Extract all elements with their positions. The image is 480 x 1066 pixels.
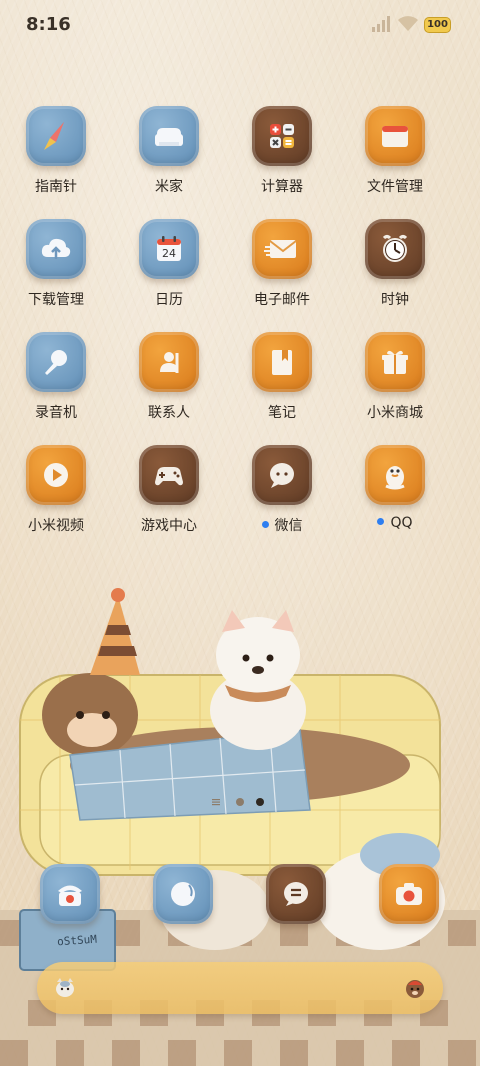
wifi-icon bbox=[398, 16, 418, 31]
page-dot-1[interactable] bbox=[236, 798, 244, 806]
compass-icon[interactable] bbox=[26, 106, 86, 166]
app-label-text: 游戏中心 bbox=[141, 518, 197, 534]
app-calendar[interactable]: 24 日历 bbox=[113, 219, 225, 323]
app-alarm-clock[interactable]: 时钟 bbox=[339, 219, 451, 323]
app-label: 小米商城 bbox=[339, 402, 451, 422]
calculator-icon[interactable] bbox=[252, 106, 312, 166]
alarm-clock-icon[interactable] bbox=[365, 219, 425, 279]
app-label-text: 文件管理 bbox=[367, 179, 423, 195]
folder-icon[interactable] bbox=[365, 106, 425, 166]
app-label: 日历 bbox=[113, 289, 225, 309]
dock-app-phone[interactable] bbox=[40, 864, 100, 924]
gamepad-icon[interactable] bbox=[139, 445, 199, 505]
contacts-icon[interactable] bbox=[139, 332, 199, 392]
app-label-text: 电子邮件 bbox=[254, 292, 310, 308]
app-label: 电子邮件 bbox=[226, 289, 338, 309]
app-label-text: 计算器 bbox=[261, 179, 303, 195]
page-dot-2-active[interactable] bbox=[256, 798, 264, 806]
app-calculator[interactable]: 计算器 bbox=[226, 106, 338, 210]
dock-app-messages[interactable] bbox=[153, 864, 213, 924]
app-label: 文件管理 bbox=[339, 176, 451, 196]
gift-icon[interactable] bbox=[365, 332, 425, 392]
play-icon[interactable] bbox=[26, 445, 86, 505]
search-bar[interactable] bbox=[37, 962, 443, 1014]
svg-text:24: 24 bbox=[162, 247, 176, 260]
app-label-text: 下载管理 bbox=[28, 292, 84, 308]
signal-icon bbox=[372, 16, 390, 32]
app-contacts[interactable]: 联系人 bbox=[113, 332, 225, 436]
app-notes[interactable]: 笔记 bbox=[226, 332, 338, 436]
cat-avatar-icon[interactable] bbox=[53, 976, 77, 1000]
app-label: 时钟 bbox=[339, 289, 451, 309]
mijia-sofa-icon[interactable] bbox=[139, 106, 199, 166]
app-label: QQ bbox=[339, 515, 451, 531]
app-label: 联系人 bbox=[113, 402, 225, 422]
app-microphone[interactable]: 录音机 bbox=[0, 332, 112, 436]
app-gamepad[interactable]: 游戏中心 bbox=[113, 445, 225, 549]
microphone-icon[interactable] bbox=[26, 332, 86, 392]
app-gift[interactable]: 小米商城 bbox=[339, 332, 451, 436]
app-label-text: 微信 bbox=[274, 518, 303, 534]
download-cloud-icon[interactable] bbox=[26, 219, 86, 279]
app-label-text: QQ bbox=[390, 515, 413, 531]
app-label-text: 米家 bbox=[155, 179, 183, 195]
page-indicator[interactable] bbox=[212, 797, 272, 807]
app-download-cloud[interactable]: 下载管理 bbox=[0, 219, 112, 323]
notes-icon[interactable] bbox=[252, 332, 312, 392]
phone-icon[interactable] bbox=[40, 864, 100, 924]
app-label: 小米视频 bbox=[0, 515, 112, 535]
battery-indicator: 100 bbox=[424, 17, 451, 33]
messages-icon[interactable] bbox=[153, 864, 213, 924]
dock-app-camera[interactable] bbox=[379, 864, 439, 924]
calendar-icon[interactable]: 24 bbox=[139, 219, 199, 279]
page-list-icon bbox=[212, 799, 220, 806]
app-label-text: 指南针 bbox=[35, 179, 77, 195]
camera-icon[interactable] bbox=[379, 864, 439, 924]
status-time: 8:16 bbox=[26, 14, 71, 35]
app-label: 微信 bbox=[226, 515, 338, 535]
app-label: 笔记 bbox=[226, 402, 338, 422]
chat-bubble-icon[interactable] bbox=[252, 445, 312, 505]
app-mijia-sofa[interactable]: 米家 bbox=[113, 106, 225, 210]
app-play[interactable]: 小米视频 bbox=[0, 445, 112, 549]
app-penguin[interactable]: QQ bbox=[339, 445, 451, 549]
new-badge-dot bbox=[377, 518, 385, 525]
app-label-text: 时钟 bbox=[381, 292, 409, 308]
app-label-text: 录音机 bbox=[35, 405, 77, 421]
mail-icon[interactable] bbox=[252, 219, 312, 279]
app-label-text: 联系人 bbox=[148, 405, 190, 421]
penguin-icon[interactable] bbox=[365, 445, 425, 505]
app-label: 指南针 bbox=[0, 176, 112, 196]
app-label-text: 小米商城 bbox=[367, 405, 423, 421]
app-label-text: 笔记 bbox=[268, 405, 296, 421]
app-label: 游戏中心 bbox=[113, 515, 225, 535]
app-label: 米家 bbox=[113, 176, 225, 196]
app-label-text: 小米视频 bbox=[28, 518, 84, 534]
app-folder[interactable]: 文件管理 bbox=[339, 106, 451, 210]
voice-assistant-icon[interactable] bbox=[403, 976, 427, 1000]
menu-bubble-icon[interactable] bbox=[266, 864, 326, 924]
app-mail[interactable]: 电子邮件 bbox=[226, 219, 338, 323]
app-label: 下载管理 bbox=[0, 289, 112, 309]
app-compass[interactable]: 指南针 bbox=[0, 106, 112, 210]
new-badge-dot bbox=[261, 521, 269, 528]
app-label-text: 日历 bbox=[155, 292, 183, 308]
app-label: 录音机 bbox=[0, 402, 112, 422]
app-label: 计算器 bbox=[226, 176, 338, 196]
status-bar: 8:16 100 bbox=[0, 0, 480, 52]
dock-app-menu-bubble[interactable] bbox=[266, 864, 326, 924]
app-chat-bubble[interactable]: 微信 bbox=[226, 445, 338, 549]
